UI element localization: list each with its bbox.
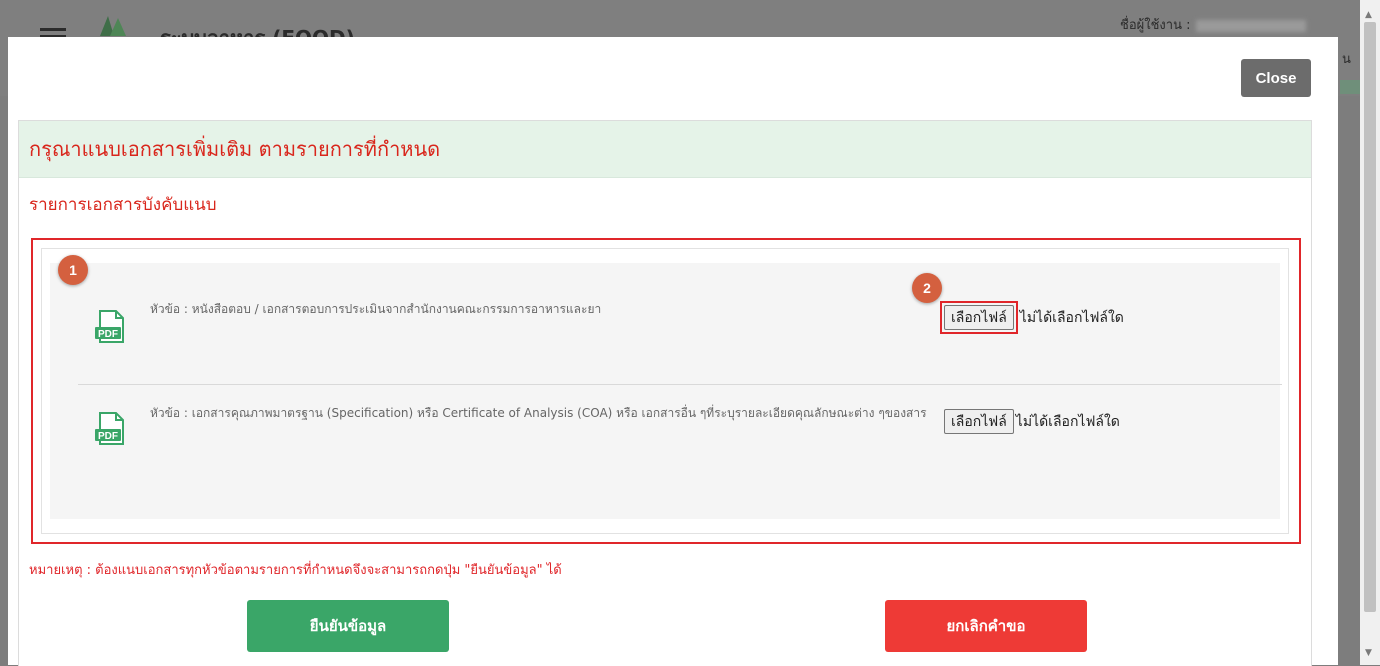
row-divider xyxy=(78,384,1282,385)
panel-heading: กรุณาแนบเอกสารเพิ่มเติม ตามรายการที่กำหน… xyxy=(19,121,1311,178)
user-label: ชื่อผู้ใช้งาน : xyxy=(1120,14,1307,35)
scrollbar[interactable]: ▲ ▼ xyxy=(1360,0,1380,665)
choose-file-button[interactable]: เลือกไฟล์ xyxy=(944,409,1014,434)
annotation-badge-1: 1 xyxy=(58,255,88,285)
background-edge-text: น xyxy=(1342,52,1351,67)
document-title: หัวข้อ : เอกสารคุณภาพมาตรฐาน (Specificat… xyxy=(150,406,927,420)
svg-text:PDF: PDF xyxy=(98,329,118,340)
annotation-badge-2: 2 xyxy=(912,273,942,303)
note-text: หมายเหตุ : ต้องแนบเอกสารทุกหัวข้อตามรายก… xyxy=(29,563,562,578)
pdf-icon: PDF xyxy=(92,411,128,451)
file-input: เลือกไฟล์ ไม่ได้เลือกไฟล์ใด xyxy=(944,409,1120,434)
pdf-icon: PDF xyxy=(92,309,128,349)
user-name-redacted xyxy=(1196,19,1307,32)
file-button-highlight: เลือกไฟล์ xyxy=(940,301,1018,334)
background-accent xyxy=(1340,80,1360,94)
confirm-button[interactable]: ยืนยันข้อมูล xyxy=(247,600,449,652)
scroll-thumb[interactable] xyxy=(1364,22,1376,612)
close-button[interactable]: Close xyxy=(1241,59,1311,97)
section-title: รายการเอกสารบังคับแนบ xyxy=(29,195,217,215)
attachment-modal: Close กรุณาแนบเอกสารเพิ่มเติม ตามรายการท… xyxy=(8,37,1338,666)
file-input: 2 เลือกไฟล์ ไม่ได้เลือกไฟล์ใด xyxy=(912,273,1124,334)
scroll-up-arrow-icon[interactable]: ▲ xyxy=(1365,10,1372,20)
svg-text:PDF: PDF xyxy=(98,431,118,442)
file-status: ไม่ได้เลือกไฟล์ใด xyxy=(1015,413,1120,430)
highlight-frame: 1 PDF หัวข้อ : หนังสือตอบ / เอกสารตอบการ… xyxy=(31,238,1301,544)
scroll-down-arrow-icon[interactable]: ▼ xyxy=(1365,648,1372,658)
cancel-request-button[interactable]: ยกเลิกคำขอ xyxy=(885,600,1087,652)
document-title: หัวข้อ : หนังสือตอบ / เอกสารตอบการประเมิ… xyxy=(150,302,602,316)
attachment-panel: กรุณาแนบเอกสารเพิ่มเติม ตามรายการที่กำหน… xyxy=(18,120,1312,666)
choose-file-button[interactable]: เลือกไฟล์ xyxy=(944,305,1014,330)
document-list-card: 1 PDF หัวข้อ : หนังสือตอบ / เอกสารตอบการ… xyxy=(41,248,1289,534)
file-status: ไม่ได้เลือกไฟล์ใด xyxy=(1019,309,1124,326)
document-list: 1 PDF หัวข้อ : หนังสือตอบ / เอกสารตอบการ… xyxy=(50,255,1282,519)
